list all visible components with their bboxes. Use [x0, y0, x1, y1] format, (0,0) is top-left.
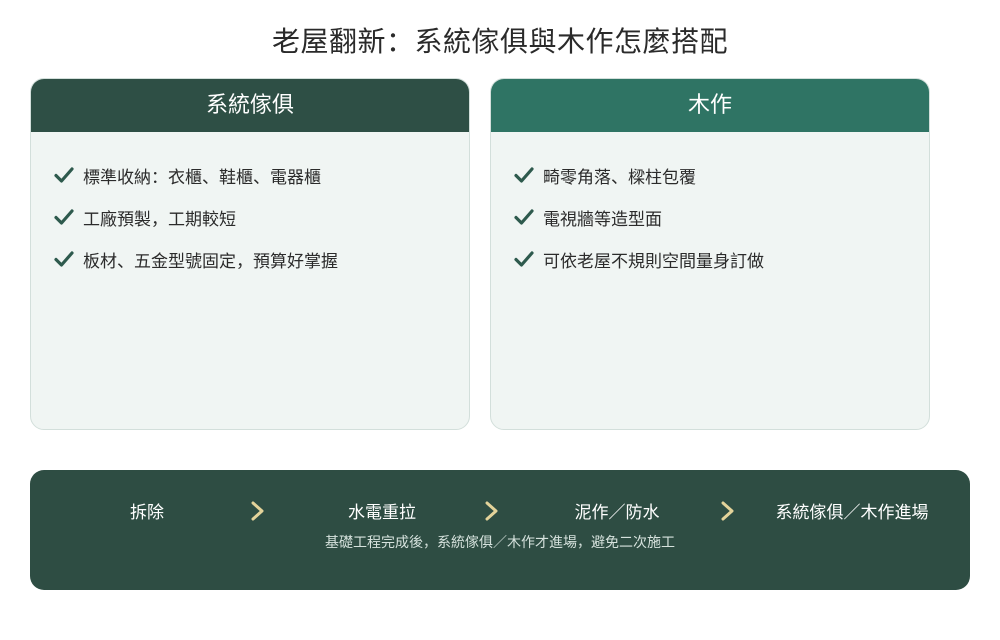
check-icon — [54, 209, 74, 225]
list-item-text: 電視牆等造型面 — [543, 209, 662, 230]
list-item: 板材、五金型號固定，預算好掌握 — [53, 238, 469, 280]
system-furniture-card: 系統傢俱 標準收納：衣櫃、鞋櫃、電器櫃 工廠預製，工期較短 板材、五金型號固定，… — [30, 78, 470, 430]
feature-list: 標準收納：衣櫃、鞋櫃、電器櫃 工廠預製，工期較短 板材、五金型號固定，預算好掌握 — [31, 132, 469, 280]
flow-step: 系統傢俱／木作進場 — [775, 503, 929, 523]
check-icon — [514, 209, 534, 225]
check-icon — [514, 167, 534, 183]
flow-step: 水電重拉 — [348, 503, 416, 523]
list-item-text: 可依老屋不規則空間量身訂做 — [543, 251, 764, 272]
list-item: 標準收納：衣櫃、鞋櫃、電器櫃 — [53, 154, 469, 196]
feature-list: 畸零角落、樑柱包覆 電視牆等造型面 可依老屋不規則空間量身訂做 — [491, 132, 929, 280]
list-item-text: 工廠預製，工期較短 — [83, 209, 236, 230]
flow-step: 拆除 — [130, 503, 164, 523]
check-icon — [54, 167, 74, 183]
list-item-text: 板材、五金型號固定，預算好掌握 — [83, 251, 338, 272]
woodwork-card: 木作 畸零角落、樑柱包覆 電視牆等造型面 可依老屋不規則空間量身訂做 — [490, 78, 930, 430]
chevron-right-icon — [251, 501, 264, 521]
list-item: 可依老屋不規則空間量身訂做 — [513, 238, 929, 280]
list-item-text: 畸零角落、樑柱包覆 — [543, 167, 696, 188]
list-item-text: 標準收納：衣櫃、鞋櫃、電器櫃 — [83, 167, 321, 188]
flow-step: 泥作／防水 — [574, 503, 660, 523]
page-title: 老屋翻新：系統傢俱與木作怎麼搭配 — [271, 25, 728, 58]
flow-note: 基礎工程完成後，系統傢俱／木作才進場，避免二次施工 — [325, 535, 675, 551]
list-item: 電視牆等造型面 — [513, 196, 929, 238]
check-icon — [514, 251, 534, 267]
list-item: 工廠預製，工期較短 — [53, 196, 469, 238]
chevron-right-icon — [721, 501, 734, 521]
card-heading: 系統傢俱 — [31, 79, 469, 132]
list-item: 畸零角落、樑柱包覆 — [513, 154, 929, 196]
chevron-right-icon — [485, 501, 498, 521]
construction-flow: 拆除 水電重拉 泥作／防水 系統傢俱／木作進場 基礎工程完成後，系統傢俱／木作才… — [30, 470, 970, 590]
check-icon — [54, 251, 74, 267]
card-heading: 木作 — [491, 79, 929, 132]
